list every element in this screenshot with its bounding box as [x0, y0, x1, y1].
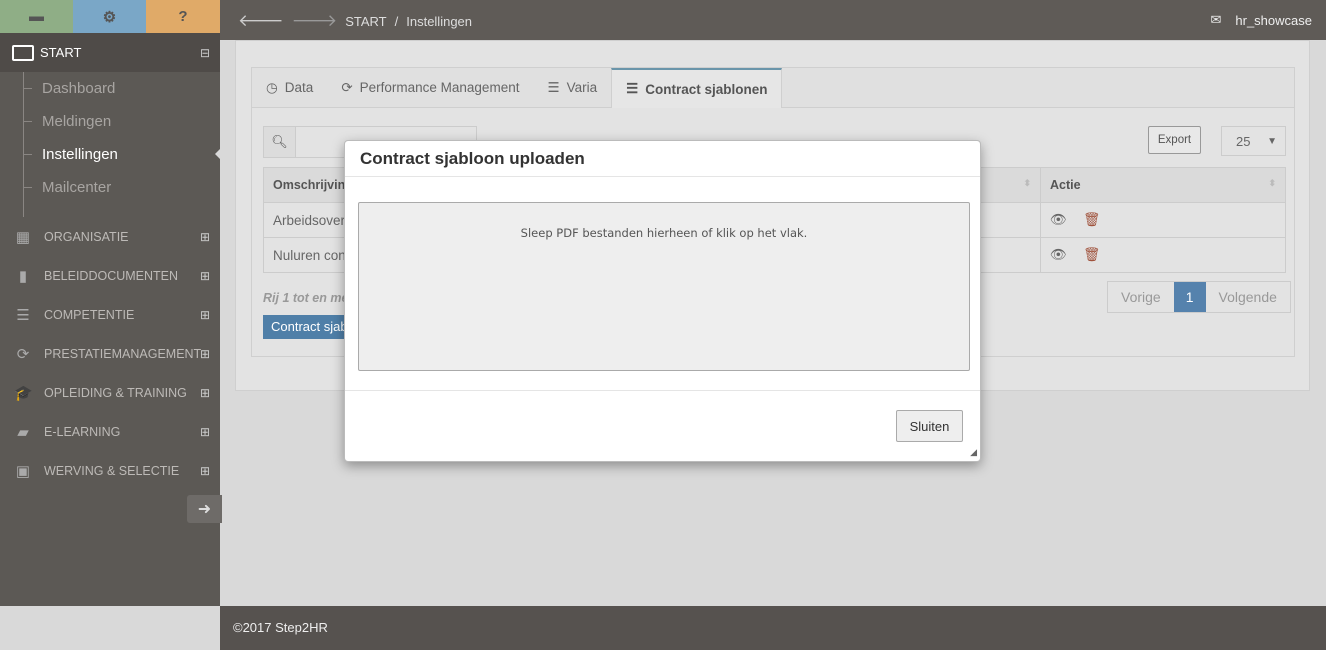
expand-icon[interactable]: ⊞	[200, 425, 210, 439]
tab-contract-sjablonen[interactable]: ☰ Contract sjablonen	[611, 68, 783, 108]
expand-icon[interactable]: ⊞	[200, 347, 210, 361]
sidebar-item-label: ORGANISATIE	[44, 229, 129, 244]
header-label: Actie	[1050, 178, 1081, 192]
submenu-meldingen[interactable]: Meldingen	[24, 105, 220, 138]
page-size-select[interactable]: 25 ▼	[1221, 126, 1286, 156]
modal-footer-divider	[345, 390, 980, 391]
footer: ©2017 Step2HR	[220, 606, 1326, 650]
page-1-button[interactable]: 1	[1173, 282, 1206, 312]
refresh-icon: ⟳	[16, 345, 30, 363]
expand-icon[interactable]: ⊞	[200, 230, 210, 244]
caret-down-icon: ▼	[1267, 135, 1277, 147]
sidebar-item-label: OPLEIDING & TRAINING	[44, 385, 187, 400]
username: hr_showcase	[1235, 12, 1312, 28]
eye-icon[interactable]: 👁	[1050, 212, 1067, 227]
briefcase-icon: ▣	[15, 462, 31, 480]
expand-icon[interactable]: ⊞	[200, 308, 210, 322]
submenu-instellingen[interactable]: Instellingen	[24, 138, 221, 171]
tab-label: Varia	[566, 80, 598, 95]
list-icon: ☰	[626, 81, 639, 96]
breadcrumb: 🡐 🡒 START / Instellingen	[238, 11, 472, 31]
tab-label: Contract sjablonen	[645, 81, 768, 97]
search-icon: 🔍︎	[264, 127, 296, 157]
collapse-sidebar-button[interactable]: ➜	[187, 495, 222, 523]
trash-icon[interactable]: 🗑	[1083, 212, 1100, 227]
settings-button[interactable]: ⚙	[73, 0, 146, 33]
tab-varia[interactable]: ☰ Varia	[533, 68, 611, 107]
sidebar-item-label: E-LEARNING	[44, 424, 121, 439]
eye-icon[interactable]: 👁	[1050, 247, 1067, 262]
sort-icon: ⬍	[1268, 178, 1276, 188]
next-button[interactable]: Volgende	[1206, 282, 1290, 312]
breadcrumb-sep: /	[394, 13, 399, 29]
expand-icon[interactable]: ⊞	[200, 269, 210, 283]
pdf-dropzone[interactable]: Sleep PDF bestanden hierheen of klik op …	[358, 202, 970, 371]
sidebar-item-competentie[interactable]: ☰ COMPETENTIE ⊞	[0, 295, 220, 334]
modal-title: Contract sjabloon uploaden	[345, 141, 980, 177]
trash-icon[interactable]: 🗑	[1083, 247, 1100, 262]
header-label: Omschrijving	[273, 178, 353, 192]
folder-button[interactable]: ▬	[0, 0, 73, 33]
sidebar-item-werving[interactable]: ▣ WERVING & SELECTIE ⊞	[0, 451, 220, 490]
help-icon: ?	[178, 8, 188, 25]
close-button[interactable]: Sluiten	[896, 410, 963, 442]
upload-modal: Contract sjabloon uploaden Sleep PDF bes…	[344, 140, 981, 462]
collapse-icon[interactable]: ⊟	[200, 46, 210, 60]
sidebar-item-beleiddocumenten[interactable]: ▮ BELEIDDOCUMENTEN ⊞	[0, 256, 220, 295]
table-icon: ▦	[15, 228, 31, 246]
list-icon: ☰	[16, 306, 30, 324]
page-size-value: 25	[1236, 133, 1251, 149]
resize-handle-icon[interactable]: ◢	[970, 447, 977, 458]
tab-label: Data	[284, 80, 314, 95]
mail-icon[interactable]: ✉	[1210, 12, 1221, 28]
monitor-icon	[12, 44, 34, 61]
user-menu[interactable]: ✉ hr_showcase	[1210, 12, 1312, 28]
expand-icon[interactable]: ⊞	[200, 464, 210, 478]
sort-icon: ⬍	[1023, 178, 1031, 188]
graduation-cap-icon: 🎓	[14, 384, 33, 402]
list-icon: ☰	[547, 79, 560, 95]
header-actie[interactable]: Actie ⬍	[1040, 167, 1286, 203]
arrow-left-circle-icon: ➜	[197, 501, 212, 518]
refresh-icon: ⟳	[341, 79, 353, 95]
file-icon: ▮	[18, 267, 28, 285]
tab-performance-management[interactable]: ⟳ Performance Management	[327, 68, 533, 107]
submenu-mailcenter[interactable]: Mailcenter	[24, 171, 220, 204]
breadcrumb-start[interactable]: START	[345, 14, 386, 29]
sidebar-item-organisatie[interactable]: ▦ ORGANISATIE ⊞	[0, 217, 220, 256]
start-submenu: Dashboard Meldingen Instellingen Mailcen…	[23, 72, 221, 217]
cell-actie: 👁 🗑	[1040, 202, 1286, 238]
sidebar-item-label: PRESTATIEMANAGEMENT	[44, 346, 202, 361]
sidebar-item-start[interactable]: START ⊟	[0, 33, 220, 72]
tabs: ◷ Data ⟳ Performance Management ☰ Varia ☰ Co…	[252, 68, 1294, 108]
sidebar-item-label: BELEIDDOCUMENTEN	[44, 268, 179, 283]
sidebar-item-opleiding[interactable]: 🎓 OPLEIDING & TRAINING ⊞	[0, 373, 220, 412]
clock-icon: ◷	[266, 79, 278, 95]
pagination: Vorige 1 Volgende	[1107, 281, 1291, 313]
forward-arrow-icon[interactable]: 🡒	[292, 11, 338, 31]
prev-button[interactable]: Vorige	[1108, 282, 1174, 312]
sidebar-item-label: WERVING & SELECTIE	[44, 463, 180, 478]
breadcrumb-current: Instellingen	[406, 13, 473, 29]
back-arrow-icon[interactable]: 🡐	[238, 11, 284, 31]
tab-label: Performance Management	[359, 80, 520, 95]
export-button[interactable]: Export	[1148, 126, 1201, 154]
sidebar-item-label: START	[40, 45, 82, 60]
expand-icon[interactable]: ⊞	[200, 386, 210, 400]
gears-icon: ⚙	[102, 8, 117, 26]
sidebar-item-prestatiemanagement[interactable]: ⟳ PRESTATIEMANAGEMENT ⊞	[0, 334, 220, 373]
cell-actie: 👁 🗑	[1040, 237, 1286, 273]
help-button[interactable]: ?	[146, 0, 220, 33]
submenu-dashboard[interactable]: Dashboard	[24, 72, 220, 105]
sidebar-item-elearning[interactable]: ▰ E-LEARNING ⊞	[0, 412, 220, 451]
folder-icon: ▬	[29, 8, 44, 25]
tab-data[interactable]: ◷ Data	[252, 68, 327, 107]
book-icon: ▰	[17, 423, 29, 441]
sidebar-item-label: COMPETENTIE	[44, 307, 135, 322]
